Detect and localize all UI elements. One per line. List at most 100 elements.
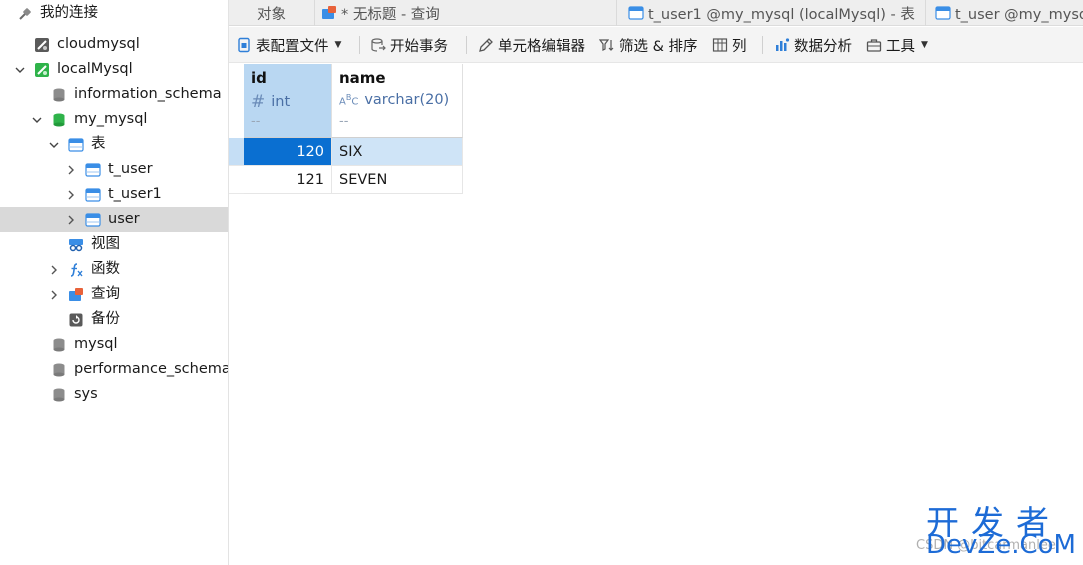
tree-item-user[interactable]: user	[0, 207, 228, 232]
table-group-icon	[68, 137, 84, 153]
backup-icon	[68, 312, 84, 328]
tree-item-label: 视图	[91, 236, 120, 252]
query-icon	[68, 287, 84, 303]
tree-root-label: 我的连接	[40, 5, 98, 21]
table-cell-name[interactable]: SEVEN	[332, 166, 463, 194]
tab-t-user1[interactable]: t_user1 @my_mysql (localMysql) - 表	[624, 0, 926, 26]
table-cell-id[interactable]: 120	[244, 138, 332, 166]
data-grid: id # int -- name ABC varchar(20) -- 120 …	[229, 64, 1083, 565]
tree-item-label: 备份	[91, 311, 120, 327]
begin-transaction-button[interactable]: 开始事务	[370, 27, 448, 63]
edit-pencil-icon	[478, 37, 494, 53]
table-icon	[628, 5, 644, 21]
database-active-icon	[51, 112, 67, 128]
cell-editor-button[interactable]: 单元格编辑器	[478, 27, 585, 63]
tree-item-queries[interactable]: 查询	[0, 282, 228, 307]
tree-item-backups[interactable]: 备份	[0, 307, 228, 332]
column-default: --	[251, 114, 261, 129]
begin-transaction-label: 开始事务	[390, 38, 448, 55]
chevron-right-icon[interactable]	[48, 264, 60, 276]
column-type-label: int	[271, 94, 291, 110]
chevron-down-icon: ▼	[334, 40, 342, 50]
watermark-bottom-text: DevZe.CoM	[926, 530, 1076, 560]
tab-objects[interactable]: 对象	[229, 0, 315, 26]
toolbar-divider	[466, 36, 467, 54]
table-icon	[85, 187, 101, 203]
tab-label: 对象	[257, 6, 286, 23]
filter-sort-icon	[599, 37, 615, 53]
tree-item-functions[interactable]: 函数	[0, 257, 228, 282]
tree-item-views[interactable]: 视图	[0, 232, 228, 257]
row-selector[interactable]	[229, 138, 244, 166]
tab-label: t_user1 @my_mysql (localMysql) - 表	[648, 6, 915, 23]
tree-item-my-mysql[interactable]: my_mysql	[0, 107, 228, 132]
column-default: --	[339, 114, 349, 129]
tab-t-user[interactable]: t_user @my_mysql (localMysql) - 表	[931, 0, 1083, 26]
navigation-tree: 我的连接 cloudmysql localMysql information_s…	[0, 0, 229, 565]
watermark: CSDN @bitcarmanlee 开发者 DevZe.CoM	[916, 496, 1081, 564]
table-icon	[85, 212, 101, 228]
data-analysis-button[interactable]: 数据分析	[774, 27, 852, 63]
toolbox-icon	[866, 37, 882, 53]
tree-item-label: 表	[91, 136, 106, 152]
data-analysis-label: 数据分析	[794, 38, 852, 55]
tree-item-label: my_mysql	[74, 111, 148, 127]
table-config-label: 表配置文件	[256, 38, 329, 55]
bar-chart-icon	[774, 37, 790, 53]
filter-sort-label: 筛选 & 排序	[619, 38, 698, 55]
tree-item-localmysql[interactable]: localMysql	[0, 57, 228, 82]
tree-item-performance-schema[interactable]: performance_schema	[0, 357, 229, 382]
tree-item-mysql[interactable]: mysql	[0, 332, 228, 357]
tree-item-sys[interactable]: sys	[0, 382, 228, 407]
columns-grid-icon	[712, 37, 728, 53]
tab-label: t_user @my_mysql (localMysql) - 表	[955, 6, 1083, 23]
view-glasses-icon	[68, 237, 84, 253]
tree-item-label: cloudmysql	[57, 36, 140, 52]
column-header-id[interactable]: id # int --	[244, 64, 332, 138]
columns-label: 列	[732, 38, 747, 55]
chevron-down-icon[interactable]	[14, 64, 26, 76]
row-selector[interactable]	[229, 166, 244, 194]
tree-item-label: t_user1	[108, 186, 162, 202]
chevron-right-icon[interactable]	[48, 289, 60, 301]
hash-icon: #	[251, 92, 266, 112]
chevron-down-icon[interactable]	[48, 139, 60, 151]
column-name: name	[339, 69, 386, 87]
tree-root-my-connections[interactable]: 我的连接	[0, 1, 228, 26]
function-fx-icon	[68, 262, 84, 278]
table-cell-id[interactable]: 121	[244, 166, 332, 194]
text-type-icon: ABC	[339, 92, 359, 108]
database-icon	[51, 362, 67, 378]
tools-button[interactable]: 工具 ▼	[866, 27, 928, 63]
toolbar-divider	[762, 36, 763, 54]
connection-offline-icon	[34, 37, 50, 53]
tree-item-label: localMysql	[57, 61, 133, 77]
tree-item-cloudmysql[interactable]: cloudmysql	[0, 32, 228, 57]
tree-item-label: 函数	[91, 261, 120, 277]
chevron-right-icon[interactable]	[65, 164, 77, 176]
chevron-right-icon[interactable]	[65, 214, 77, 226]
column-type-label: varchar(20)	[364, 92, 450, 108]
tree-item-tables[interactable]: 表	[0, 132, 228, 157]
chevron-right-icon[interactable]	[65, 189, 77, 201]
tree-item-t-user1[interactable]: t_user1	[0, 182, 228, 207]
connection-plug-icon	[17, 6, 33, 22]
tree-item-label: sys	[74, 386, 98, 402]
table-config-button[interactable]: 表配置文件 ▼	[236, 27, 341, 63]
transaction-icon	[370, 37, 386, 53]
column-name: id	[251, 69, 267, 87]
table-cell-name[interactable]: SIX	[332, 138, 463, 166]
column-header-name[interactable]: name ABC varchar(20) --	[332, 64, 463, 138]
column-type: # int	[251, 92, 290, 112]
config-file-icon	[236, 37, 252, 53]
chevron-down-icon: ▼	[921, 40, 928, 50]
columns-button[interactable]: 列	[712, 27, 747, 63]
filter-sort-button[interactable]: 筛选 & 排序	[599, 27, 698, 63]
tree-item-information-schema[interactable]: information_schema	[0, 82, 228, 107]
connection-online-icon	[34, 62, 50, 78]
chevron-down-icon[interactable]	[31, 114, 43, 126]
tree-item-t-user[interactable]: t_user	[0, 157, 228, 182]
tab-untitled-query[interactable]: * 无标题 - 查询	[317, 0, 617, 26]
tree-item-label: mysql	[74, 336, 118, 352]
tree-item-label: performance_schema	[74, 361, 229, 377]
